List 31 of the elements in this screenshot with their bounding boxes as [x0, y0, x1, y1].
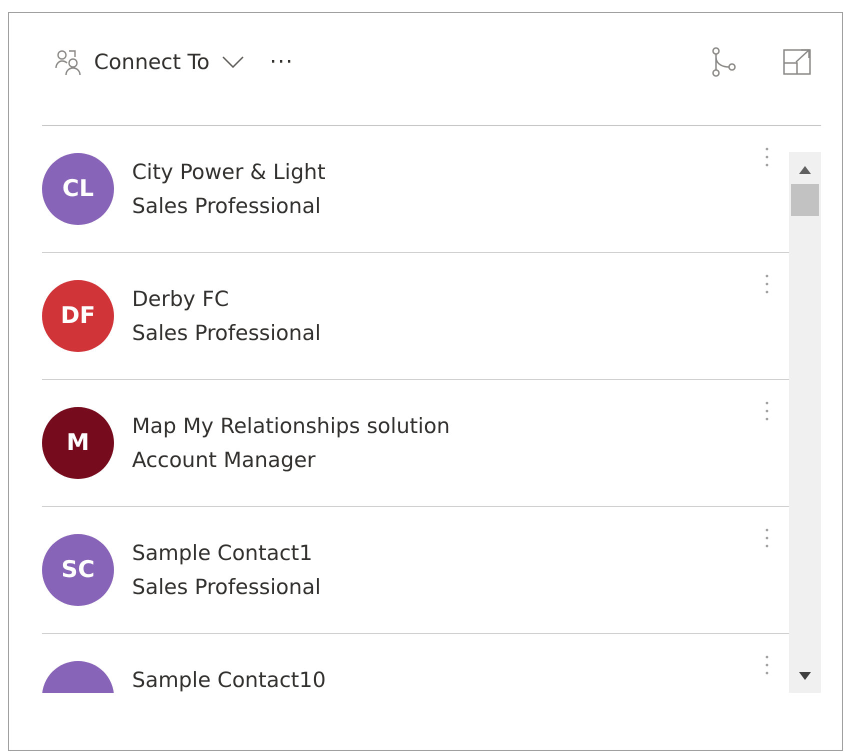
people-icon — [54, 48, 82, 76]
contact-name: Sample Contact1 — [132, 540, 314, 567]
more-options-icon[interactable] — [765, 401, 769, 421]
contact-row[interactable]: Sample Contact10 — [42, 634, 789, 693]
avatar-initials: CL — [62, 176, 94, 202]
contact-name: Sample Contact10 — [132, 667, 327, 693]
contact-role: Sales Professional — [132, 193, 322, 220]
scroll-up-icon — [799, 166, 811, 174]
more-options-icon[interactable] — [765, 274, 769, 294]
more-button[interactable]: ··· — [270, 43, 294, 81]
scrollbar-thumb[interactable] — [791, 184, 819, 216]
more-options-icon[interactable] — [765, 528, 769, 548]
contact-name: City Power & Light — [132, 159, 326, 186]
more-options-icon[interactable] — [765, 147, 769, 167]
avatar-initials: DF — [60, 303, 96, 329]
avatar-initials: SC — [61, 557, 95, 583]
contact-name: Map My Relationships solution — [132, 413, 451, 440]
contact-row[interactable]: DF Derby FC Sales Professional — [42, 253, 789, 380]
contact-row[interactable]: CL City Power & Light Sales Professional — [42, 126, 789, 253]
chevron-down-icon — [222, 56, 244, 68]
avatar-initials: M — [66, 430, 90, 456]
scroll-down-icon — [799, 672, 811, 680]
contact-role: Account Manager — [132, 447, 317, 474]
contact-name: Derby FC — [132, 286, 230, 313]
more-options-icon[interactable] — [765, 655, 769, 675]
contact-role: Sales Professional — [132, 320, 322, 347]
contact-row[interactable]: M Map My Relationships solution Account Manager — [42, 380, 789, 507]
scrollbar[interactable] — [789, 152, 821, 693]
contact-row[interactable]: SC Sample Contact1 Sales Professional — [42, 507, 789, 634]
connect-to-dropdown[interactable]: Connect To — [54, 43, 244, 81]
contact-role: Sales Professional — [132, 574, 322, 601]
